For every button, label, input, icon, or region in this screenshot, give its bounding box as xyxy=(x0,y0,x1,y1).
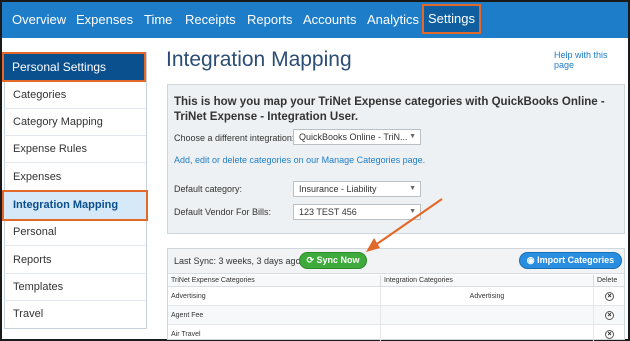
nav-expenses[interactable]: Expenses xyxy=(76,2,133,38)
default-category-select[interactable]: Insurance - Liability ▼ xyxy=(293,181,421,197)
default-vendor-value: 123 TEST 456 xyxy=(299,207,357,217)
integration-select[interactable]: QuickBooks Online - TriN... ▼ xyxy=(293,129,421,145)
top-nav: Overview Expenses Time Receipts Reports … xyxy=(2,2,628,38)
caret-down-icon: ▼ xyxy=(409,185,416,192)
nav-analytics[interactable]: Analytics xyxy=(367,2,419,38)
table-row-integration[interactable]: Advertising xyxy=(381,287,594,306)
sync-now-label: Sync Now xyxy=(316,255,360,265)
nav-reports[interactable]: Reports xyxy=(247,2,293,38)
default-category-value: Insurance - Liability xyxy=(299,184,377,194)
sidebar-item-reports[interactable]: Reports xyxy=(4,247,146,274)
column-header-category: TriNet Expense Categories xyxy=(168,275,381,287)
globe-icon: ◉ xyxy=(526,255,535,265)
last-sync-text: Last Sync: 3 weeks, 3 days ago xyxy=(174,256,301,266)
sidebar-item-category-mapping[interactable]: Category Mapping xyxy=(4,109,146,136)
help-link[interactable]: Help with this page xyxy=(554,50,628,70)
table-row-integration[interactable] xyxy=(381,306,594,325)
sync-now-button[interactable]: ⟳ Sync Now xyxy=(299,252,367,269)
close-circle-icon[interactable]: × xyxy=(605,330,614,339)
choose-integration-label: Choose a different integration: xyxy=(174,133,295,143)
refresh-icon: ⟳ xyxy=(306,255,314,265)
integration-select-value: QuickBooks Online - TriN... xyxy=(299,132,408,142)
nav-accounts[interactable]: Accounts xyxy=(303,2,356,38)
table-row-category: Air Travel xyxy=(168,325,381,341)
column-header-integration: Integration Categories xyxy=(381,275,594,287)
nav-settings[interactable]: Settings xyxy=(422,4,481,34)
close-circle-icon[interactable]: × xyxy=(605,292,614,301)
sidebar-item-categories[interactable]: Categories xyxy=(4,82,146,109)
default-vendor-label: Default Vendor For Bills: xyxy=(174,207,272,217)
panel-heading: This is how you map your TriNet Expense … xyxy=(174,96,605,123)
sidebar-item-templates[interactable]: Templates xyxy=(4,274,146,301)
caret-down-icon: ▼ xyxy=(409,208,416,215)
table-row-category: Agent Fee xyxy=(168,306,381,325)
table-row-integration[interactable] xyxy=(381,325,594,341)
nav-overview[interactable]: Overview xyxy=(12,2,66,38)
nav-time[interactable]: Time xyxy=(144,2,172,38)
table-row-category: Advertising xyxy=(168,287,381,306)
manage-categories-link[interactable]: Add, edit or delete categories on our Ma… xyxy=(174,155,425,165)
sidebar-item-travel[interactable]: Travel xyxy=(4,301,146,328)
nav-receipts[interactable]: Receipts xyxy=(185,2,236,38)
caret-down-icon: ▼ xyxy=(409,133,416,140)
sidebar-item-integration-mapping[interactable]: Integration Mapping xyxy=(2,190,148,221)
default-vendor-select[interactable]: 123 TEST 456 ▼ xyxy=(293,204,421,220)
import-categories-button[interactable]: ◉ Import Categories xyxy=(519,252,622,269)
sidebar-header[interactable]: Personal Settings xyxy=(2,52,146,82)
page-title: Integration Mapping xyxy=(166,48,352,71)
sidebar-item-expenses[interactable]: Expenses xyxy=(4,164,146,191)
sidebar-item-expense-rules[interactable]: Expense Rules xyxy=(4,136,146,163)
default-category-label: Default category: xyxy=(174,184,243,194)
sidebar-item-personal[interactable]: Personal xyxy=(4,219,146,246)
close-circle-icon[interactable]: × xyxy=(605,311,614,320)
import-categories-label: Import Categories xyxy=(537,255,615,265)
column-header-delete: Delete xyxy=(594,275,624,287)
